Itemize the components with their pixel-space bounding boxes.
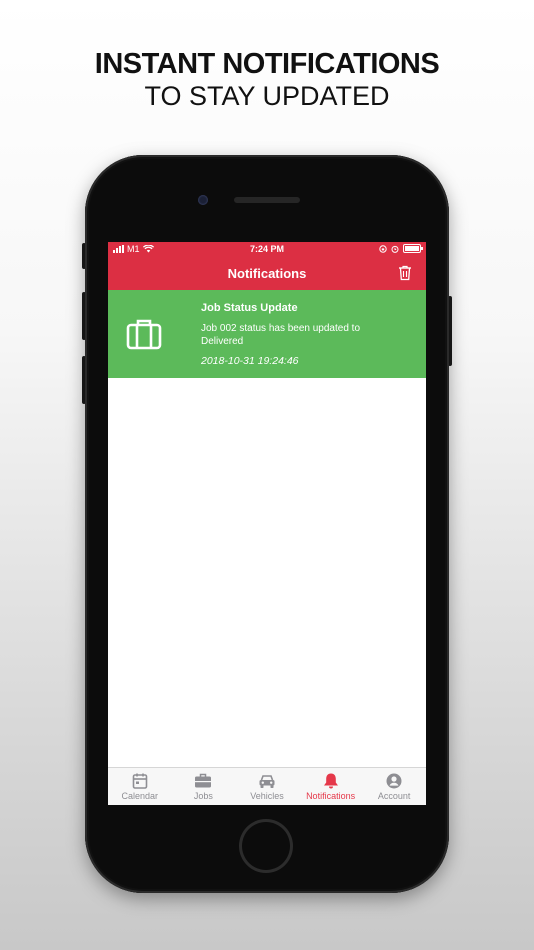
account-icon (386, 773, 402, 789)
calendar-icon (132, 773, 148, 789)
briefcase-icon (126, 319, 162, 350)
home-button (242, 822, 290, 870)
tab-vehicles[interactable]: Vehicles (235, 768, 299, 805)
notification-title: Job Status Update (201, 302, 298, 314)
notification-timestamp: 2018-10-31 19:24:46 (201, 355, 299, 367)
app-screen: M1 7:24 PM Notifications Job Status Upda… (108, 242, 426, 805)
headline-title: INSTANT NOTIFICATIONS (94, 48, 440, 80)
tab-jobs[interactable]: Jobs (172, 768, 236, 805)
front-camera (198, 195, 208, 205)
tab-label: Account (377, 791, 411, 801)
car-icon (259, 775, 275, 788)
tab-account[interactable]: Account (362, 768, 426, 805)
notification-body: Job 002 status has been updated to Deliv… (201, 323, 361, 347)
status-bar: M1 7:24 PM (108, 242, 426, 257)
status-right (379, 244, 423, 253)
battery-icon (403, 244, 423, 253)
headline-subtitle: TO STAY UPDATED (144, 81, 390, 111)
notification-item[interactable]: Job Status Update Job 002 status has bee… (108, 290, 426, 378)
briefcase-icon (195, 773, 212, 788)
tab-label: Calendar (121, 791, 159, 801)
tab-label: Jobs (193, 791, 213, 801)
bell-icon (323, 773, 338, 789)
alarm-icon (391, 245, 399, 253)
trash-icon[interactable] (398, 265, 412, 281)
earpiece-speaker (234, 197, 300, 203)
tab-notifications[interactable]: Notifications (299, 768, 363, 805)
tab-calendar[interactable]: Calendar (108, 768, 172, 805)
tab-label: Notifications (306, 791, 356, 801)
page-title: Notifications (227, 266, 307, 281)
tab-label: Vehicles (250, 791, 284, 801)
navigation-bar: Notifications (108, 257, 426, 290)
tab-bar: Calendar Jobs Vehicles Notifications Acc… (108, 767, 426, 805)
orientation-lock-icon (379, 244, 387, 253)
